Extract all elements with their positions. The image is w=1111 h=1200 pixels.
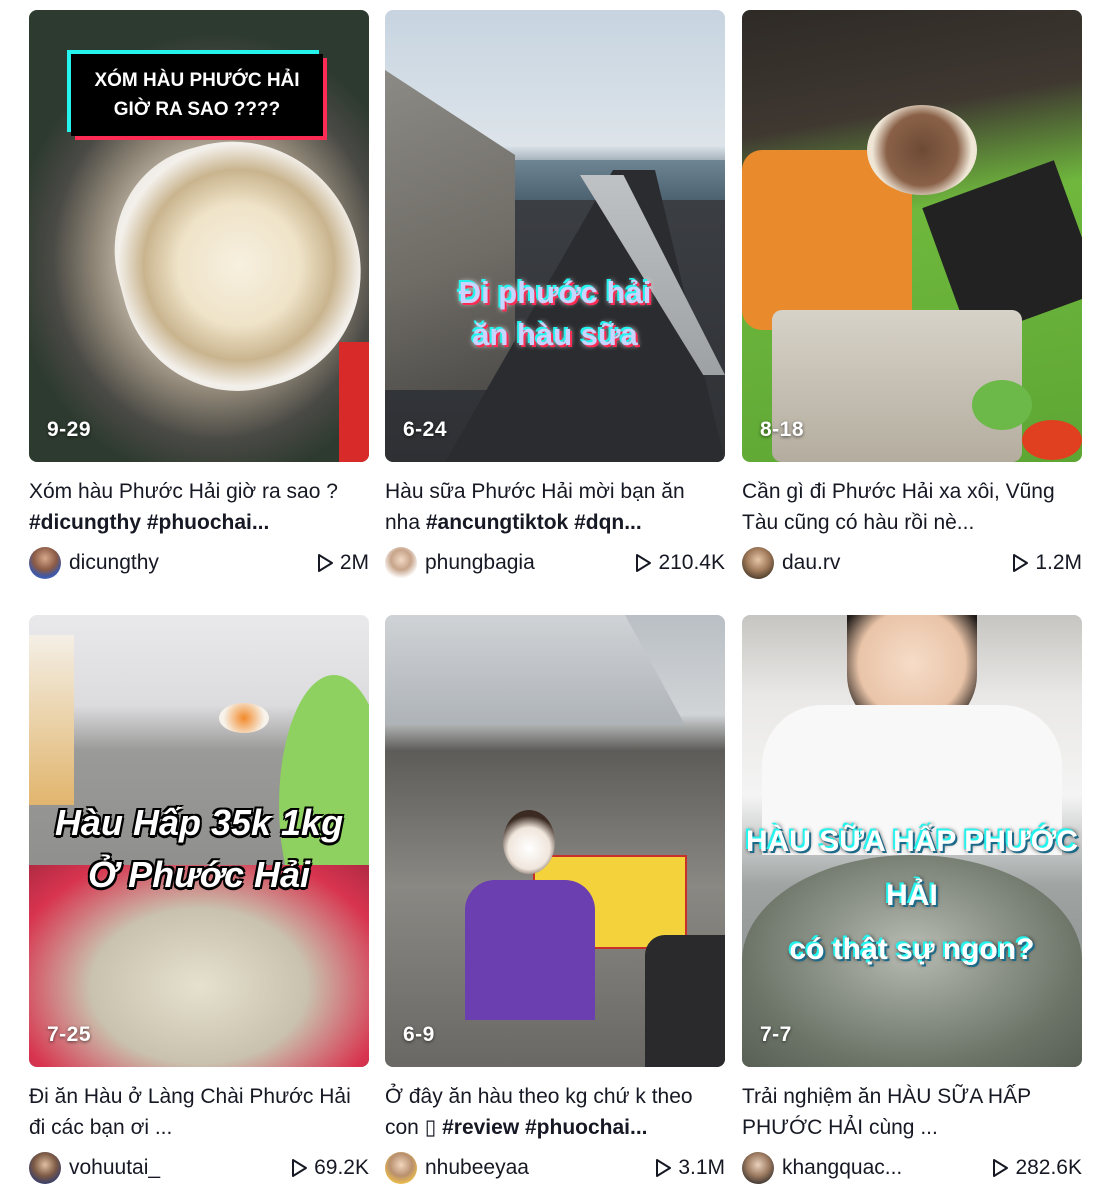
view-count: 210.4K [634, 551, 725, 575]
video-card[interactable]: XÓM HÀU PHƯỚC HẢI GIỜ RA SAO ???? 9-29 X… [29, 10, 369, 579]
overlay-title: Hàu Hấp 35k 1kg Ở Phước Hải [54, 802, 344, 895]
bowl [867, 105, 977, 195]
video-description[interactable]: Trải nghiệm ăn HÀU SỮA HẤP PHƯỚC HẢI cùn… [742, 1081, 1082, 1143]
video-card[interactable]: Hàu Hấp 35k 1kg Ở Phước Hải 7-25 Đi ăn H… [29, 615, 369, 1184]
video-thumbnail[interactable]: 6-9 [385, 615, 725, 1067]
overlay-title: Đi phước hải ăn hàu sữa [458, 275, 652, 352]
avatar[interactable] [385, 1152, 417, 1184]
play-icon [636, 554, 652, 572]
video-card[interactable]: 6-9 Ở đây ăn hàu theo kg chứ k theo con … [385, 615, 725, 1184]
view-count-value: 69.2K [314, 1156, 369, 1179]
avatar[interactable] [29, 547, 61, 579]
video-description[interactable]: Cần gì đi Phước Hải xa xôi, Vũng Tàu cũn… [742, 476, 1082, 538]
overlay-title: HÀU SỮA HẤP PHƯỚC HẢI có thật sự ngon? [745, 825, 1079, 966]
hashtags[interactable]: #review #phuochai... [442, 1116, 647, 1139]
username[interactable]: phungbagia [425, 551, 535, 575]
play-icon [1013, 554, 1029, 572]
view-count: 69.2K [290, 1156, 369, 1180]
video-meta: vohuutai_ 69.2K [29, 1152, 369, 1184]
video-meta: khangquac... 282.6K [742, 1152, 1082, 1184]
view-count-value: 210.4K [658, 551, 725, 574]
sauce-dish [219, 703, 269, 733]
view-count: 282.6K [991, 1156, 1082, 1180]
motorbike [645, 935, 725, 1067]
video-description[interactable]: Hàu sữa Phước Hải mời bạn ăn nha #ancung… [385, 476, 725, 538]
video-thumbnail[interactable]: HÀU SỮA HẤP PHƯỚC HẢI có thật sự ngon? 7… [742, 615, 1082, 1067]
hashtags[interactable]: #ancungtiktok #dqn... [426, 511, 642, 534]
view-count: 2M [316, 551, 369, 575]
video-meta: dau.rv 1.2M [742, 547, 1082, 579]
overlay-title-box: XÓM HÀU PHƯỚC HẢI GIỜ RA SAO ???? [71, 54, 323, 136]
view-count-value: 1.2M [1035, 551, 1082, 574]
video-thumbnail[interactable]: Đi phước hải ăn hàu sữa 6-24 [385, 10, 725, 462]
video-thumbnail[interactable]: 8-18 [742, 10, 1082, 462]
video-thumbnail[interactable]: XÓM HÀU PHƯỚC HẢI GIỜ RA SAO ???? 9-29 [29, 10, 369, 462]
avatar[interactable] [742, 547, 774, 579]
view-count-value: 2M [339, 551, 369, 574]
play-icon [656, 1159, 672, 1177]
description-text: Đi ăn Hàu ở Làng Chài Phước Hải đi các b… [29, 1085, 351, 1139]
video-meta: dicungthy 2M [29, 547, 369, 579]
view-count: 3.1M [654, 1156, 725, 1180]
red-accent [339, 342, 369, 462]
description-text: Xóm hàu Phước Hải giờ ra sao ? [29, 480, 338, 503]
video-description[interactable]: Ở đây ăn hàu theo kg chứ k theo con ▯ #r… [385, 1081, 725, 1143]
person-shirt [465, 880, 595, 1020]
video-meta: nhubeeyaa 3.1M [385, 1152, 725, 1184]
roof [385, 615, 685, 725]
avatar[interactable] [742, 1152, 774, 1184]
post-date: 7-7 [760, 1023, 792, 1046]
play-icon [317, 554, 333, 572]
view-count-value: 3.1M [678, 1156, 725, 1179]
username[interactable]: nhubeeyaa [425, 1156, 529, 1180]
avatar[interactable] [385, 547, 417, 579]
post-date: 6-24 [403, 418, 448, 441]
video-card[interactable]: Đi phước hải ăn hàu sữa 6-24 Hàu sữa Phư… [385, 10, 725, 579]
video-description[interactable]: Đi ăn Hàu ở Làng Chài Phước Hải đi các b… [29, 1081, 369, 1143]
description-text: Trải nghiệm ăn HÀU SỮA HẤP PHƯỚC HẢI cùn… [742, 1085, 1031, 1139]
video-card[interactable]: 8-18 Cần gì đi Phước Hải xa xôi, Vũng Tà… [742, 10, 1082, 579]
post-date: 6-9 [403, 1023, 435, 1046]
video-card[interactable]: HÀU SỮA HẤP PHƯỚC HẢI có thật sự ngon? 7… [742, 615, 1082, 1184]
post-date: 9-29 [47, 418, 92, 441]
video-grid: XÓM HÀU PHƯỚC HẢI GIỜ RA SAO ???? 9-29 X… [0, 0, 1111, 1200]
play-icon [993, 1159, 1009, 1177]
video-meta: phungbagia 210.4K [385, 547, 725, 579]
view-count: 1.2M [1011, 551, 1082, 575]
chili-cup [1022, 420, 1082, 460]
post-date: 8-18 [760, 418, 805, 441]
username[interactable]: dicungthy [69, 551, 159, 575]
oyster-shape [90, 113, 369, 417]
avatar[interactable] [29, 1152, 61, 1184]
sauce-cup [972, 380, 1032, 430]
video-thumbnail[interactable]: Hàu Hấp 35k 1kg Ở Phước Hải 7-25 [29, 615, 369, 1067]
play-icon [292, 1159, 308, 1177]
username[interactable]: dau.rv [782, 551, 840, 575]
view-count-value: 282.6K [1015, 1156, 1082, 1179]
person-head [503, 810, 555, 874]
video-description[interactable]: Xóm hàu Phước Hải giờ ra sao ? #dicungth… [29, 476, 369, 538]
post-date: 7-25 [47, 1023, 92, 1046]
hashtags[interactable]: #dicungthy #phuochai... [29, 511, 269, 534]
overlay-title: XÓM HÀU PHƯỚC HẢI GIỜ RA SAO ???? [94, 70, 300, 120]
username[interactable]: khangquac... [782, 1156, 902, 1180]
username[interactable]: vohuutai_ [69, 1156, 160, 1180]
description-text: Cần gì đi Phước Hải xa xôi, Vũng Tàu cũn… [742, 480, 1055, 534]
drink-cup [29, 635, 74, 805]
